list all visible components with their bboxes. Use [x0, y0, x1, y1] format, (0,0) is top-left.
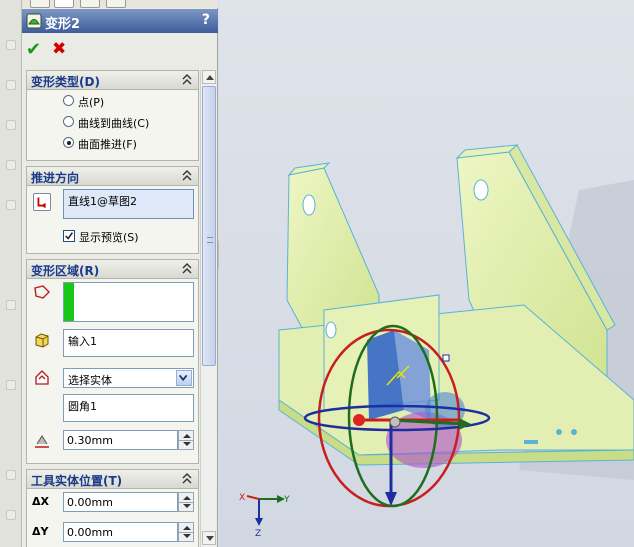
radio-button[interactable] — [63, 116, 74, 127]
radio-label: 点(P) — [78, 96, 105, 109]
toolbar-slot[interactable] — [6, 160, 16, 170]
toolbar-slot[interactable] — [6, 120, 16, 130]
panel-title-bar: 变形2 ? — [22, 9, 218, 33]
delta-y-value: 0.00mm — [67, 526, 113, 539]
toolbar-slot[interactable] — [6, 300, 16, 310]
collapse-icon[interactable] — [182, 74, 192, 86]
tab-dimxpert-manager[interactable] — [106, 0, 126, 8]
graphics-viewport[interactable]: X Y Z — [219, 0, 634, 547]
radio-button[interactable] — [63, 95, 74, 106]
toolbar-slot[interactable] — [6, 80, 16, 90]
body-select-dropdown[interactable]: 选择实体 — [63, 368, 194, 388]
show-preview-label: 显示预览(S) — [79, 231, 139, 244]
group-push-direction: 推进方向 直线1@草图2 显示预览(S) — [26, 166, 199, 254]
deform-feature-icon — [26, 13, 42, 29]
help-icon[interactable]: ? — [202, 12, 210, 28]
dropdown-selected-value: 选择实体 — [68, 374, 112, 387]
select-body-icon — [35, 370, 49, 385]
tab-configuration-manager[interactable] — [80, 0, 100, 8]
entity-value: 圆角1 — [68, 400, 97, 413]
scroll-thumb[interactable] — [202, 86, 216, 366]
view-triad: X Y Z — [239, 493, 290, 539]
delta-x-spinner[interactable] — [178, 492, 194, 512]
drag-handle — [442, 354, 450, 362]
triad-x-axis — [246, 495, 260, 500]
entity-list-field[interactable]: 圆角1 — [63, 394, 194, 422]
group-title: 变形类型(D) — [31, 75, 100, 89]
group-title: 变形区域(R) — [31, 264, 100, 278]
cancel-button[interactable]: ✖ — [52, 39, 66, 59]
ok-cancel-row: ✔ ✖ — [22, 38, 218, 62]
delta-x-input[interactable]: 0.00mm — [63, 492, 178, 512]
radio-label: 曲线到曲线(C) — [78, 117, 150, 130]
distance-spinner[interactable] — [178, 430, 194, 450]
delta-x-label: ΔX — [32, 495, 49, 508]
toolbar-slot[interactable] — [6, 40, 16, 50]
collapse-icon[interactable] — [182, 473, 192, 485]
tab-property-manager[interactable] — [54, 0, 74, 8]
thickness-icon — [35, 435, 49, 448]
tab-feature-manager[interactable] — [30, 0, 50, 8]
group-title: 工具实体位置(T) — [31, 474, 123, 488]
push-direction-value: 直线1@草图2 — [68, 195, 137, 208]
face-selection-icon — [34, 285, 50, 299]
delta-y-spinner[interactable] — [178, 522, 194, 542]
radio-label: 曲面推进(F) — [78, 138, 137, 151]
scroll-up-button[interactable] — [202, 70, 216, 84]
body-icon — [35, 333, 49, 348]
reverse-direction-icon[interactable] — [33, 193, 51, 211]
group-title: 推进方向 — [31, 171, 80, 185]
panel-scrollbar[interactable] — [200, 70, 216, 547]
group-deform-type: 变形类型(D) 点(P) 曲线到曲线(C) 曲面推进(F) — [26, 70, 199, 161]
group-header[interactable]: 变形区域(R) — [27, 260, 198, 279]
tool-body-field[interactable]: 输入1 — [63, 329, 194, 357]
collapse-icon[interactable] — [182, 170, 192, 182]
panel-title: 变形2 — [45, 17, 81, 32]
triad-x-label: X — [239, 493, 245, 503]
show-preview-checkbox[interactable] — [63, 230, 75, 242]
left-toolbar-strip — [0, 0, 22, 547]
toolbar-slot[interactable] — [6, 470, 16, 480]
group-header[interactable]: 推进方向 — [27, 167, 198, 186]
group-tool-body-position: 工具实体位置(T) ΔX 0.00mm ΔY 0.00mm — [26, 469, 199, 547]
triad-y-label: Y — [283, 495, 290, 505]
group-header[interactable]: 工具实体位置(T) — [27, 470, 198, 489]
group-deform-region: 变形区域(R) 输入1 选择实体 圆角1 0.30mm — [26, 259, 199, 464]
distance-value: 0.30mm — [67, 434, 113, 447]
group-header[interactable]: 变形类型(D) — [27, 71, 198, 90]
collapse-icon[interactable] — [182, 263, 192, 275]
manager-tabs — [22, 0, 218, 8]
tool-body-value: 输入1 — [68, 335, 97, 348]
triad-z-label: Z — [255, 529, 261, 539]
ok-button[interactable]: ✔ — [26, 39, 41, 60]
chevron-down-icon[interactable] — [176, 370, 192, 386]
toolbar-slot[interactable] — [6, 510, 16, 520]
selection-color-swatch — [64, 283, 74, 321]
distance-input[interactable]: 0.30mm — [63, 430, 178, 450]
delta-y-input[interactable]: 0.00mm — [63, 522, 178, 542]
toolbar-slot[interactable] — [6, 200, 16, 210]
scroll-down-button[interactable] — [202, 531, 216, 545]
property-manager: 变形2 ? ✔ ✖ 变形类型(D) 点(P) 曲线到曲线(C) 曲面推进(F) — [22, 0, 218, 547]
push-direction-field[interactable]: 直线1@草图2 — [63, 189, 194, 219]
deform-region-list[interactable] — [63, 282, 194, 322]
model-view[interactable]: X Y Z — [219, 0, 634, 547]
delta-x-value: 0.00mm — [67, 496, 113, 509]
delta-y-label: ΔY — [32, 525, 49, 538]
toolbar-slot[interactable] — [6, 380, 16, 390]
radio-button-selected[interactable] — [63, 137, 74, 148]
